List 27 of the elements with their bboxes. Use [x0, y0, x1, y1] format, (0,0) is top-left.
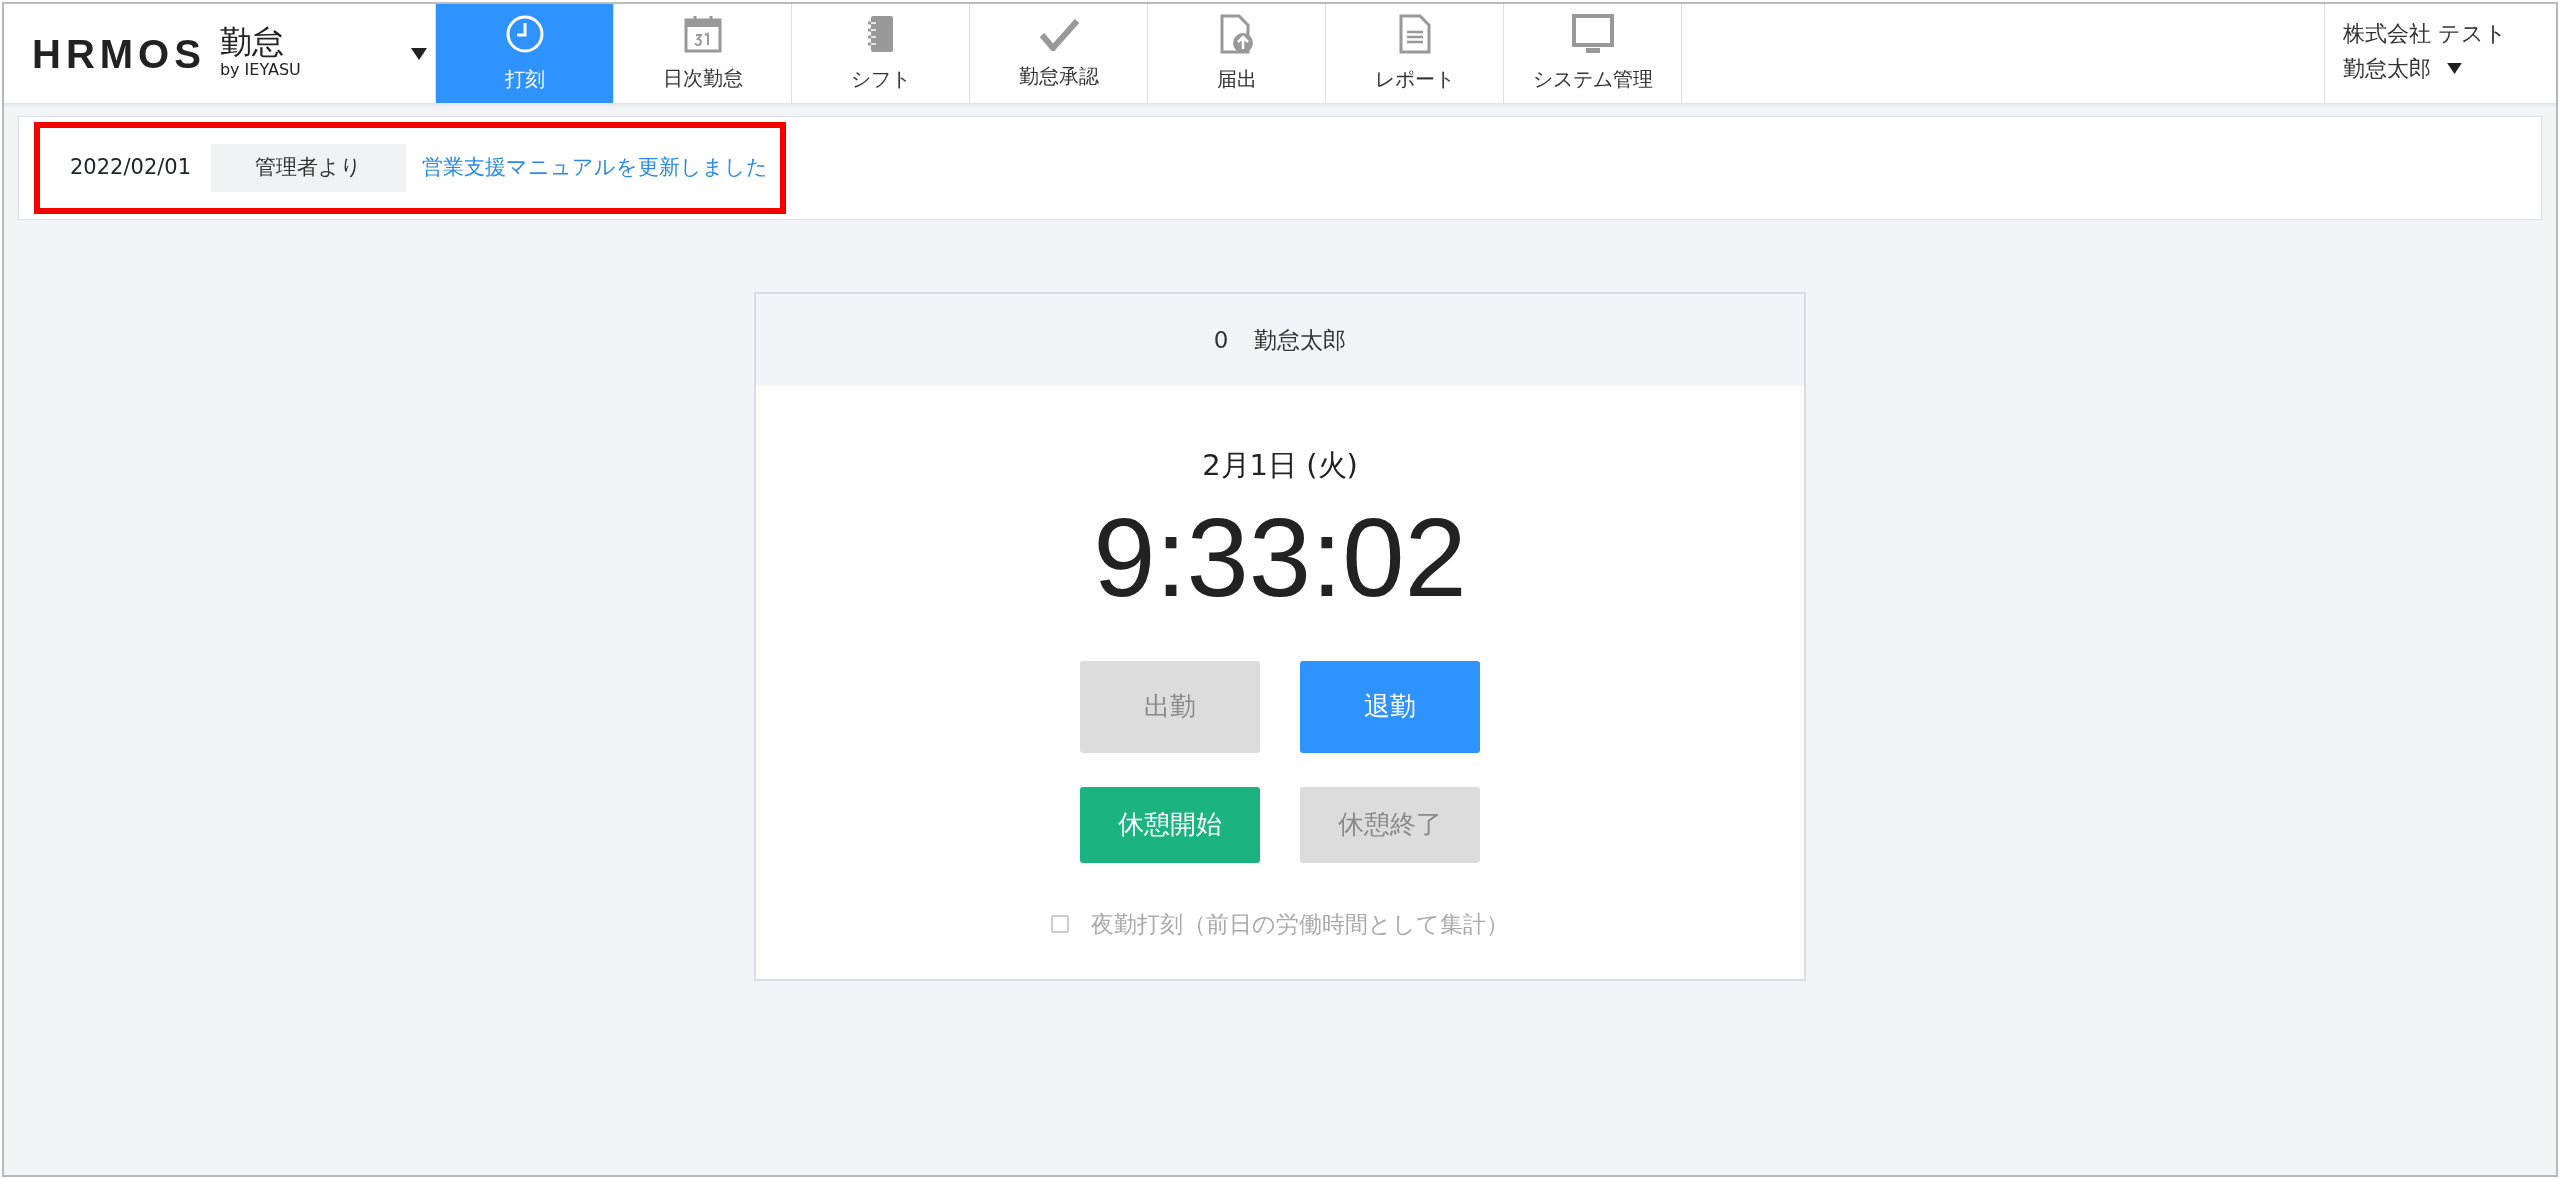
document-upload-icon: [1218, 13, 1255, 54]
nav-tab[interactable]: 勤怠承認: [970, 4, 1148, 103]
nav-tab[interactable]: 日次勤怠: [614, 4, 792, 103]
caret-icon[interactable]: [411, 47, 427, 60]
employee-name: 勤怠太郎: [1254, 325, 1347, 355]
clock-time: 9:33:02: [1093, 495, 1467, 619]
checkmark-icon: [1038, 16, 1079, 51]
notice-date: 2022/02/01: [70, 154, 192, 182]
sender-tag: 管理者より: [211, 144, 407, 192]
monitor-icon: [1571, 13, 1614, 54]
logo-subtitle: by IEYASU: [219, 58, 301, 81]
nav-tab[interactable]: システム管理: [1504, 4, 1682, 103]
checkbox-label: 夜勤打刻（前日の労働時間として集計）: [1091, 909, 1509, 939]
nav-tab[interactable]: シフト: [792, 4, 970, 103]
caret-icon: [2447, 63, 2462, 75]
nav-tab[interactable]: 届出: [1148, 4, 1326, 103]
company-name: 株式会社 テスト: [2343, 20, 2508, 48]
employee-number: 0: [1213, 325, 1229, 355]
product-name: 勤怠: [219, 25, 285, 58]
calendar-icon: [682, 14, 723, 53]
nav-tab[interactable]: レポート: [1326, 4, 1504, 103]
document-icon: [1398, 13, 1431, 54]
notice-link[interactable]: 営業支援マニュアルを更新しました: [422, 152, 769, 184]
user-menu[interactable]: 勤怠太郎: [2343, 51, 2462, 87]
clock-icon: [504, 13, 545, 54]
logo-text: HRMOS: [32, 30, 206, 78]
date-text: 2月1日 (火): [1201, 447, 1359, 484]
